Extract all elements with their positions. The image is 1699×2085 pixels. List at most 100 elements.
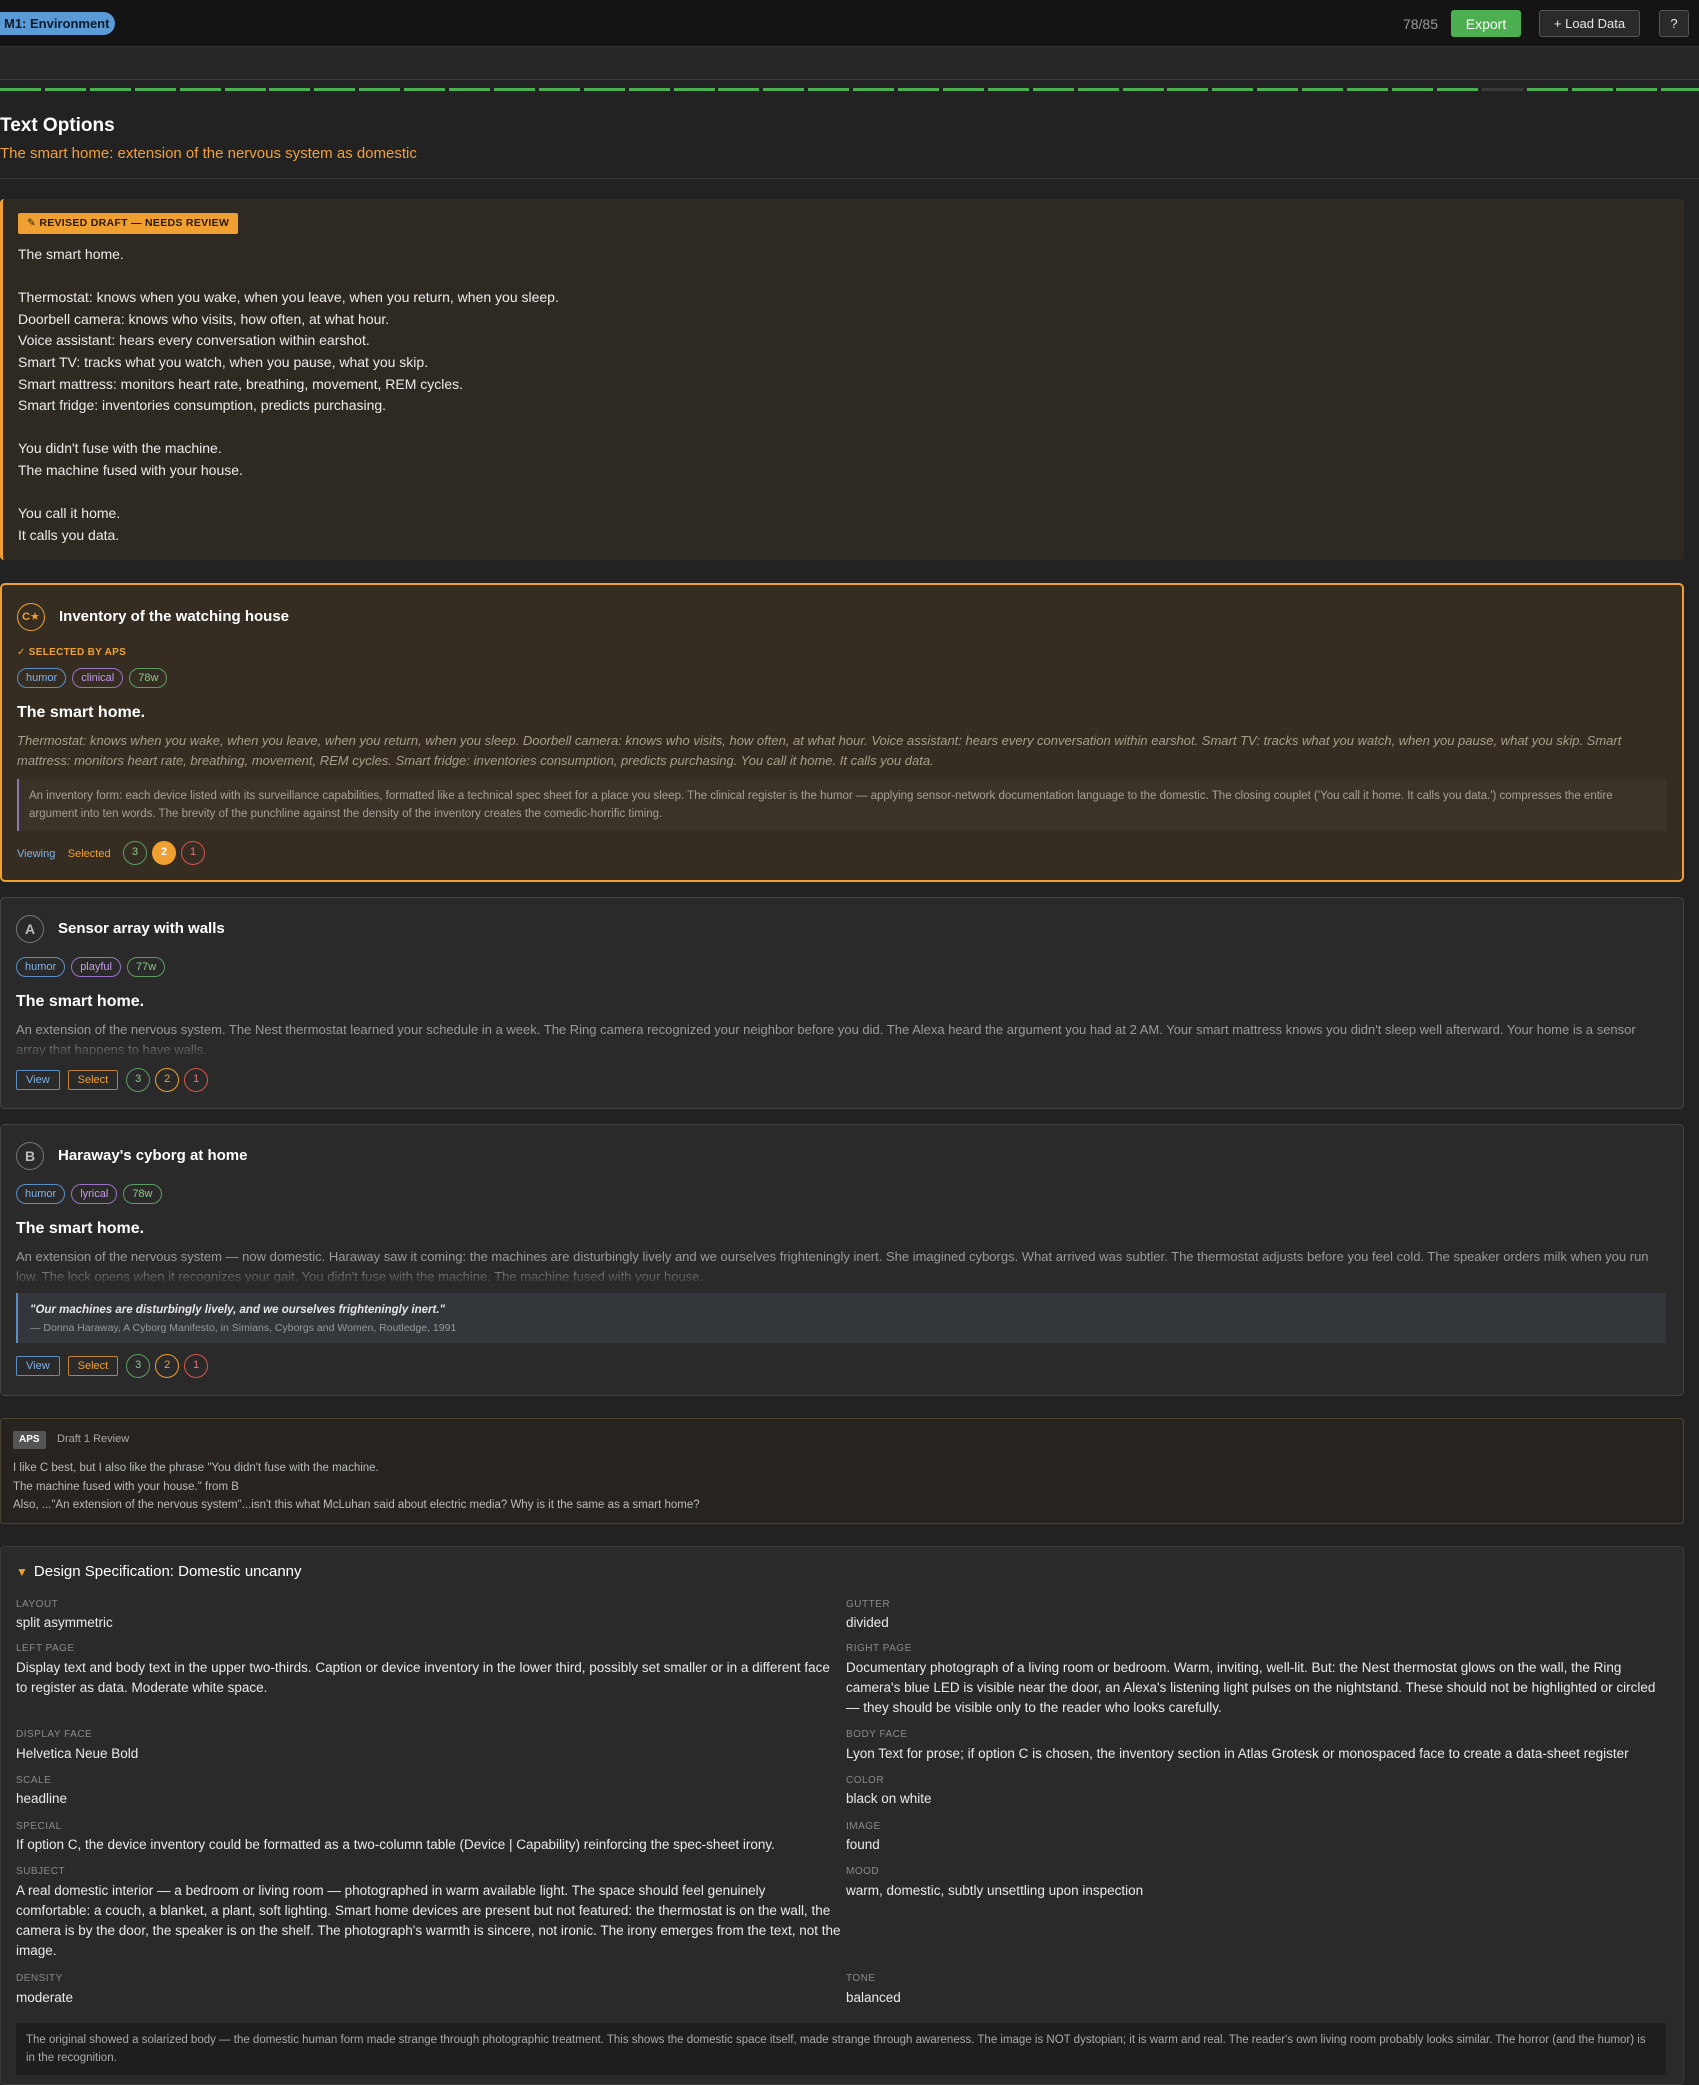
progress-segment bbox=[1437, 88, 1478, 91]
option-title: Haraway's cyborg at home bbox=[58, 1147, 248, 1164]
option-card-b[interactable]: B Haraway's cyborg at home humor lyrical 7… bbox=[0, 1124, 1684, 1396]
rating-2-button[interactable]: 2 bbox=[155, 1354, 180, 1378]
progress-segment bbox=[1212, 88, 1253, 91]
option-actions: Viewing Selected 321 bbox=[17, 841, 210, 865]
progress-segment bbox=[1392, 88, 1433, 91]
option-icon-b: B bbox=[16, 1142, 44, 1170]
rating-2-button[interactable]: 2 bbox=[155, 1068, 180, 1092]
tag-register: playful bbox=[71, 957, 121, 977]
spec-note: The original showed a solarized body — t… bbox=[16, 2023, 1666, 2075]
rating-1-button[interactable]: 1 bbox=[184, 1354, 209, 1378]
field-label: RIGHT PAGE bbox=[846, 1643, 912, 1654]
option-body: Thermostat: knows when you wake, when yo… bbox=[17, 733, 1622, 768]
field-label: GUTTER bbox=[846, 1599, 891, 1610]
progress-segment bbox=[1257, 88, 1298, 91]
field-label: TONE bbox=[846, 1973, 876, 1984]
selected-link[interactable]: Selected bbox=[68, 842, 111, 866]
tag-wordcount: 78w bbox=[129, 668, 168, 688]
quote-text: "Our machines are disturbingly lively, a… bbox=[30, 1304, 446, 1316]
tag-list: humor playful 77w bbox=[16, 957, 171, 977]
export-button[interactable]: Export bbox=[1451, 10, 1521, 37]
field-label: SPECIAL bbox=[16, 1821, 62, 1832]
progress-segment bbox=[1078, 88, 1119, 91]
option-card-a[interactable]: A Sensor array with walls humor playful 77… bbox=[0, 897, 1684, 1109]
view-button[interactable]: View bbox=[16, 1070, 60, 1090]
page-title: Text Options bbox=[0, 115, 115, 136]
viewing-link[interactable]: Viewing bbox=[17, 842, 55, 866]
option-card-c[interactable]: C★ Inventory of the watching house ✓ SEL… bbox=[0, 583, 1684, 882]
option-actions: View Select 3 2 1 bbox=[16, 1068, 213, 1092]
option-heading: The smart home. bbox=[17, 704, 146, 721]
progress-segment bbox=[853, 88, 894, 91]
progress-segment bbox=[225, 88, 266, 91]
option-quote: "Our machines are disturbingly lively, a… bbox=[16, 1293, 1666, 1343]
rating-2-button[interactable]: 2 bbox=[152, 841, 177, 865]
tag-list: humor clinical 78w bbox=[17, 668, 173, 688]
spec-title: Design Specification: Domestic uncanny bbox=[33, 1563, 302, 1580]
progress-segment bbox=[674, 88, 715, 91]
help-button[interactable]: ? bbox=[1659, 10, 1689, 37]
field-label: MOOD bbox=[846, 1866, 880, 1877]
revised-draft-badge: ✎ REVISED DRAFT — NEEDS REVIEW bbox=[18, 213, 239, 234]
progress-segment bbox=[45, 88, 86, 91]
field-label: SUBJECT bbox=[16, 1866, 66, 1877]
progress-segment bbox=[269, 88, 310, 91]
progress-segment bbox=[584, 88, 625, 91]
review-text: I like C best, but I also like the phras… bbox=[13, 1462, 700, 1511]
option-icon-a: A bbox=[16, 915, 44, 943]
top-bar: M1: Environment 78/85 Export + Load Data… bbox=[0, 0, 1699, 47]
progress-segment bbox=[180, 88, 221, 91]
tag-wordcount: 78w bbox=[123, 1184, 162, 1204]
tag-register: clinical bbox=[72, 668, 124, 688]
field-value: balanced bbox=[846, 1990, 901, 2005]
revised-draft-panel: ✎ REVISED DRAFT — NEEDS REVIEW The smart… bbox=[0, 199, 1684, 560]
select-button[interactable]: Select bbox=[67, 1356, 119, 1376]
rating-3-button[interactable]: 3 bbox=[126, 1354, 151, 1378]
progress-segment bbox=[898, 88, 939, 91]
spec-toggle[interactable]: ▼ Design Specification: Domestic uncanny bbox=[16, 1563, 302, 1580]
field-value: Helvetica Neue Bold bbox=[16, 1746, 139, 1761]
field-value: found bbox=[846, 1837, 880, 1852]
rating-1-button[interactable]: 1 bbox=[181, 841, 206, 865]
progress-segment bbox=[1527, 88, 1568, 91]
rating-3-button[interactable]: 3 bbox=[126, 1068, 151, 1092]
progress-segment bbox=[808, 88, 849, 91]
rating-3-button[interactable]: 3 bbox=[123, 841, 148, 865]
field-label: LEFT PAGE bbox=[16, 1643, 75, 1654]
progress-segment bbox=[539, 88, 580, 91]
review-panel: APS Draft 1 Review I like C best, but I … bbox=[0, 1418, 1684, 1524]
module-badge[interactable]: M1: Environment bbox=[0, 12, 116, 35]
field-value: black on white bbox=[846, 1791, 932, 1806]
progress-segment bbox=[404, 88, 445, 91]
rating-1-button[interactable]: 1 bbox=[184, 1068, 209, 1092]
select-button[interactable]: Select bbox=[67, 1070, 119, 1090]
field-label: LAYOUT bbox=[16, 1599, 59, 1610]
progress-segments bbox=[0, 88, 1699, 92]
aps-badge: APS bbox=[13, 1431, 46, 1449]
option-title: Inventory of the watching house bbox=[59, 608, 290, 625]
field-value: warm, domestic, subtly unsettling upon i… bbox=[846, 1883, 1144, 1898]
view-button[interactable]: View bbox=[16, 1356, 60, 1376]
progress-segment bbox=[1572, 88, 1613, 91]
progress-segment bbox=[718, 88, 759, 91]
option-heading: The smart home. bbox=[16, 1220, 145, 1237]
progress-segment bbox=[1347, 88, 1388, 91]
progress-segment bbox=[0, 88, 41, 91]
progress-segment bbox=[988, 88, 1029, 91]
field-value: moderate bbox=[16, 1990, 74, 2005]
field-value: headline bbox=[16, 1791, 68, 1806]
tag-register: lyrical bbox=[71, 1184, 118, 1204]
field-label: DISPLAY FACE bbox=[16, 1729, 93, 1740]
progress-segment bbox=[135, 88, 176, 91]
progress-segment bbox=[494, 88, 535, 91]
field-value: A real domestic interior — a bedroom or … bbox=[16, 1883, 841, 1958]
progress-segment bbox=[1167, 88, 1208, 91]
load-data-button[interactable]: + Load Data bbox=[1539, 10, 1640, 37]
option-body: An extension of the nervous system. The … bbox=[16, 1022, 1636, 1056]
option-icon-c: C★ bbox=[17, 603, 45, 631]
field-label: SCALE bbox=[16, 1775, 52, 1786]
progress-segment bbox=[1661, 88, 1699, 91]
field-value: If option C, the device inventory could … bbox=[16, 1837, 775, 1852]
field-label: IMAGE bbox=[846, 1821, 881, 1832]
progress-segment bbox=[1302, 88, 1343, 91]
